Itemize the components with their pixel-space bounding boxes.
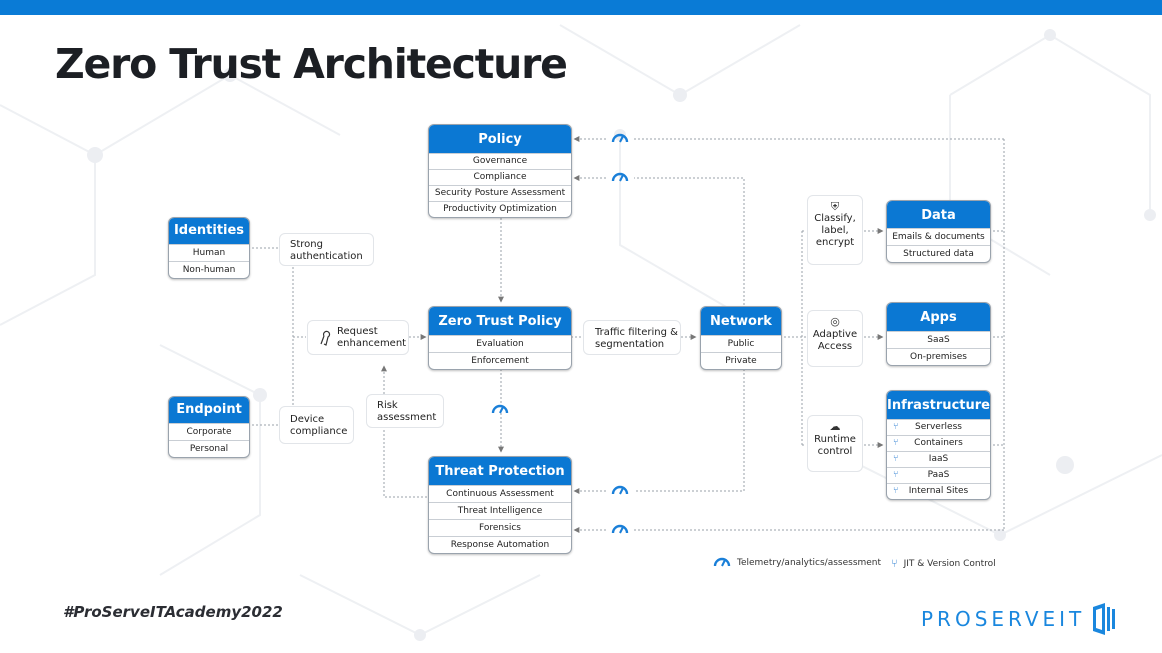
traffic-filtering-note: Traffic filtering & segmentation — [583, 320, 681, 355]
gauge-icon — [491, 404, 509, 414]
card-row: ⑂ PaaS — [887, 467, 990, 483]
risk-assessment-note: Risk assessment — [366, 394, 444, 428]
line-risk-threat — [383, 430, 427, 498]
branch-icon: ⑂ — [893, 470, 899, 480]
card-title: Zero Trust Policy — [429, 307, 571, 335]
card-row: Response Automation — [429, 536, 571, 553]
card-row: Emails & documents — [887, 228, 990, 245]
card-row: ⑂ Internal Sites — [887, 483, 990, 499]
threat-protection-card[interactable]: Threat Protection Continuous Assessment … — [428, 456, 572, 554]
branch-icon: ⑂ — [893, 454, 899, 464]
card-row: ⑂ Containers — [887, 435, 990, 451]
card-row: Forensics — [429, 519, 571, 536]
identities-card[interactable]: Identities Human Non-human — [168, 217, 250, 279]
request-enhancement-note: Request enhancement — [307, 320, 409, 355]
card-title: Apps — [887, 303, 990, 331]
line-network-down — [634, 369, 745, 492]
card-title: Endpoint — [169, 397, 249, 423]
card-row: Human — [169, 244, 249, 261]
card-row: Structured data — [887, 245, 990, 262]
line-network-up — [634, 177, 745, 305]
card-row: SaaS — [887, 331, 990, 348]
card-title: Data — [887, 201, 990, 228]
data-card[interactable]: Data Emails & documents Structured data — [886, 200, 991, 263]
legend-jit: ⑂ JIT & Version Control — [891, 557, 996, 570]
card-row: Evaluation — [429, 335, 571, 352]
branch-icon: ⑂ — [891, 557, 898, 570]
card-title: Infrastructure — [887, 391, 990, 419]
card-row: Personal — [169, 440, 249, 457]
branch-icon: ⑂ — [893, 486, 899, 496]
card-row: Threat Intelligence — [429, 502, 571, 519]
card-row: Continuous Assessment — [429, 485, 571, 502]
cloud-gear-icon: ☁ — [829, 420, 841, 433]
card-row: ⑂ Serverless — [887, 419, 990, 435]
key-icon — [320, 330, 331, 346]
card-row: Non-human — [169, 261, 249, 278]
policy-optimization-card[interactable]: Policy Optimization Governance Complianc… — [428, 124, 572, 218]
proserveit-logo: PROSERVEIT — [921, 603, 1117, 635]
device-compliance-note: Device compliance — [279, 406, 354, 444]
card-title: Identities — [169, 218, 249, 244]
card-row: ⑂ IaaS — [887, 451, 990, 467]
card-title: Threat Protection — [429, 457, 571, 485]
hashtag: #ProServeITAcademy2022 — [63, 603, 283, 621]
runtime-control-note: ☁ Runtime control — [807, 415, 863, 472]
network-card[interactable]: Network Public Private — [700, 306, 782, 370]
strong-authentication-note: Strong authentication — [279, 233, 374, 266]
legend-label: Telemetry/analytics/assessment — [737, 558, 882, 568]
gauge-icon — [713, 557, 731, 567]
card-row: Productivity Optimization — [429, 201, 571, 217]
branch-icon: ⑂ — [893, 422, 899, 432]
endpoint-card[interactable]: Endpoint Corporate Personal — [168, 396, 250, 458]
apps-card[interactable]: Apps SaaS On-premises — [886, 302, 991, 366]
zero-trust-policy-card[interactable]: Zero Trust Policy Evaluation Enforcement — [428, 306, 572, 370]
adaptive-access-note: ◎ Adaptive Access — [807, 310, 863, 367]
gauge-icon — [611, 485, 629, 495]
legend-label: JIT & Version Control — [903, 558, 996, 569]
gauge-icon — [611, 524, 629, 534]
branch-icon: ⑂ — [893, 438, 899, 448]
fingerprint-icon: ◎ — [830, 315, 840, 328]
card-row: Security Posture Assessment — [429, 185, 571, 201]
logo-mark-icon — [1093, 603, 1116, 635]
gauge-icon — [611, 133, 629, 143]
card-row: Public — [701, 335, 781, 352]
card-row: Compliance — [429, 169, 571, 185]
classify-label-encrypt-note: ⛨ Classify, label, encrypt — [807, 195, 863, 265]
card-row: Corporate — [169, 423, 249, 440]
line-feedback-right — [989, 230, 1004, 446]
card-row: Governance — [429, 153, 571, 169]
card-row: Enforcement — [429, 352, 571, 369]
legend-telemetry: Telemetry/analytics/assessment — [713, 557, 881, 569]
card-title: Policy Optimization — [429, 125, 571, 177]
infrastructure-card[interactable]: Infrastructure ⑂ Serverless ⑂ Containers ⑂… — [886, 390, 991, 500]
gauge-icon — [611, 172, 629, 182]
card-title: Network — [701, 307, 781, 335]
card-row: On-premises — [887, 348, 990, 365]
card-row: Private — [701, 352, 781, 369]
shield-lock-icon: ⛨ — [830, 200, 840, 213]
